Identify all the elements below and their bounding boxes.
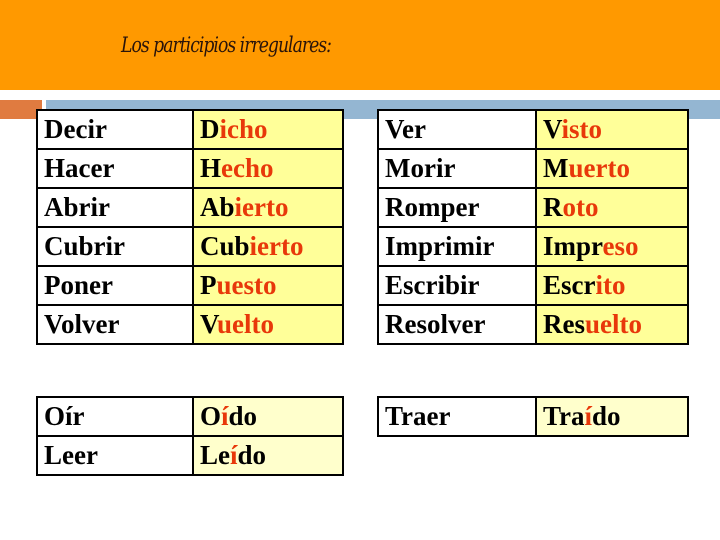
participle-cell: Roto	[535, 187, 689, 228]
table-row: Leer Leído	[36, 435, 344, 476]
participle-rest: do	[592, 401, 621, 431]
participle-cell: Muerto	[535, 148, 689, 189]
participle-ending: uerto	[568, 153, 630, 183]
participle-stem: V	[200, 309, 218, 339]
slide-title: Los participios irregulares:	[121, 33, 332, 57]
participle-cell: Resuelto	[535, 304, 689, 345]
infinitive-cell: Romper	[377, 187, 537, 228]
participle-cell: Cubierto	[192, 226, 344, 267]
infinitive-cell: Morir	[377, 148, 537, 189]
participle-stem: O	[200, 401, 222, 431]
participle-ending: oto	[562, 192, 599, 222]
participle-stem: Res	[543, 309, 585, 339]
participle-stem: Impr	[543, 231, 603, 261]
participle-ending: ito	[595, 270, 626, 300]
participle-ending: eso	[602, 231, 639, 261]
table-row: Cubrir Cubierto	[36, 226, 344, 267]
participle-stem: Escr	[543, 270, 596, 300]
participle-cell: Vuelto	[192, 304, 344, 345]
participle-ending: ierto	[249, 231, 304, 261]
participle-stem: R	[543, 192, 563, 222]
participle-cell: Oído	[192, 396, 344, 437]
table-row: Hacer Hecho	[36, 148, 344, 189]
participles-table-bottom-right: Traer Traído	[377, 396, 689, 437]
infinitive-cell: Leer	[36, 435, 194, 476]
table-row: Ver Visto	[377, 109, 689, 150]
participle-accent: í	[584, 401, 593, 431]
participle-cell: Hecho	[192, 148, 344, 189]
table-row: Romper Roto	[377, 187, 689, 228]
table-row: Traer Traído	[377, 396, 689, 437]
infinitive-cell: Decir	[36, 109, 194, 150]
infinitive-cell: Volver	[36, 304, 194, 345]
participle-rest: do	[228, 401, 258, 431]
participle-cell: Leído	[192, 435, 344, 476]
table-row: Abrir Abierto	[36, 187, 344, 228]
infinitive-cell: Poner	[36, 265, 194, 306]
participle-ending: isto	[561, 114, 603, 144]
infinitive-cell: Hacer	[36, 148, 194, 189]
participle-stem: Le	[200, 440, 230, 470]
participle-cell: Impreso	[535, 226, 689, 267]
infinitive-cell: Resolver	[377, 304, 537, 345]
participle-rest: do	[237, 440, 267, 470]
participle-stem: Tra	[543, 401, 585, 431]
participle-cell: Puesto	[192, 265, 344, 306]
participle-accent: í	[230, 440, 238, 470]
participles-table-bottom-left: Oír Oído Leer Leído	[36, 396, 344, 476]
participle-cell: Dicho	[192, 109, 344, 150]
infinitive-cell: Traer	[377, 396, 537, 437]
title-banner: Los participios irregulares:	[0, 0, 720, 90]
participles-table-top-left: Decir Dicho Hacer Hecho Abrir Abierto Cu…	[36, 109, 344, 345]
infinitive-cell: Escribir	[377, 265, 537, 306]
participle-ending: uelto	[585, 309, 642, 339]
participle-cell: Visto	[535, 109, 689, 150]
infinitive-cell: Oír	[36, 396, 194, 437]
table-row: Volver Vuelto	[36, 304, 344, 345]
table-row: Decir Dicho	[36, 109, 344, 150]
participle-cell: Traído	[535, 396, 689, 437]
participle-stem: Cub	[200, 231, 250, 261]
table-row: Morir Muerto	[377, 148, 689, 189]
participle-stem: Ab	[200, 192, 235, 222]
infinitive-cell: Ver	[377, 109, 537, 150]
participle-ending: ierto	[234, 192, 289, 222]
participle-stem: D	[200, 114, 220, 144]
participle-stem: V	[543, 114, 562, 144]
table-row: Resolver Resuelto	[377, 304, 689, 345]
participles-table-top-right: Ver Visto Morir Muerto Romper Roto Impri…	[377, 109, 689, 345]
participle-accent: í	[221, 401, 229, 431]
table-row: Poner Puesto	[36, 265, 344, 306]
table-row: Oír Oído	[36, 396, 344, 437]
participle-ending: echo	[221, 153, 274, 183]
participle-ending: uesto	[216, 270, 277, 300]
table-row: Escribir Escrito	[377, 265, 689, 306]
infinitive-cell: Imprimir	[377, 226, 537, 267]
participle-cell: Escrito	[535, 265, 689, 306]
infinitive-cell: Cubrir	[36, 226, 194, 267]
participle-stem: H	[200, 153, 222, 183]
participle-cell: Abierto	[192, 187, 344, 228]
table-row: Imprimir Impreso	[377, 226, 689, 267]
participle-stem: M	[543, 153, 569, 183]
participle-ending: uelto	[217, 309, 275, 339]
participle-stem: P	[200, 270, 217, 300]
infinitive-cell: Abrir	[36, 187, 194, 228]
participle-ending: icho	[219, 114, 268, 144]
